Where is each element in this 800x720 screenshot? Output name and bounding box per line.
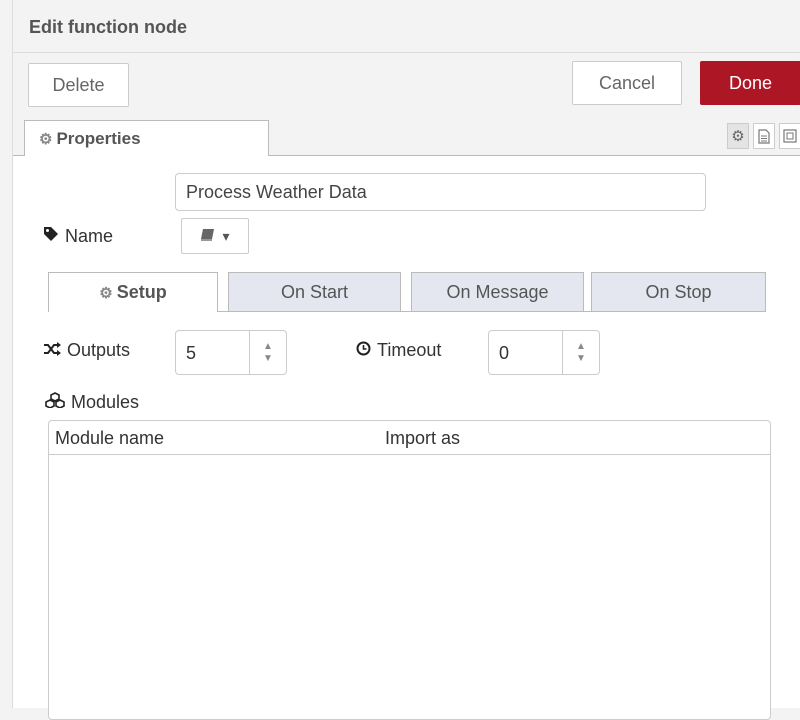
- shuffle-icon: [43, 340, 61, 361]
- outputs-stepper[interactable]: 5 ▲ ▼: [175, 330, 287, 375]
- tab-setup-label: Setup: [116, 282, 167, 302]
- chevron-up-icon[interactable]: ▲: [263, 341, 273, 353]
- cancel-button[interactable]: Cancel: [572, 61, 682, 105]
- sidebar-tab-icons: ⚙: [727, 123, 800, 149]
- properties-tab-bar: ⚙ Properties ⚙: [13, 115, 800, 156]
- column-module-name: Module name: [55, 428, 165, 448]
- dialog-title: Edit function node: [29, 17, 187, 37]
- timeout-value[interactable]: 0: [499, 343, 509, 364]
- modules-table[interactable]: Module name Import as: [48, 420, 771, 720]
- dialog-toolbar: Delete Cancel Done: [13, 53, 800, 115]
- gear-icon: ⚙: [39, 130, 53, 148]
- outputs-label-text: Outputs: [67, 340, 131, 360]
- done-button[interactable]: Done: [700, 61, 800, 105]
- outputs-label: Outputs: [43, 340, 130, 361]
- clock-icon: [356, 340, 371, 361]
- timeout-stepper[interactable]: 0 ▲ ▼: [488, 330, 600, 375]
- edit-dialog: Edit function node Delete Cancel Done ⚙ …: [12, 0, 800, 720]
- modules-label: Modules: [45, 392, 139, 413]
- column-import-as: Import as: [385, 428, 461, 448]
- timeout-label: Timeout: [356, 340, 441, 361]
- name-label: Name: [43, 226, 113, 247]
- chevron-down-icon: ▾: [222, 227, 230, 244]
- node-icon-picker[interactable]: ▾: [181, 218, 249, 254]
- timeout-stepper-arrows[interactable]: ▲ ▼: [562, 331, 599, 374]
- properties-content: Name ▾ ⚙ Setup On Start On Message On St…: [13, 156, 800, 720]
- tab-properties[interactable]: ⚙ Properties: [24, 120, 269, 156]
- layout-icon[interactable]: [779, 123, 800, 149]
- name-input[interactable]: [175, 173, 706, 211]
- name-label-text: Name: [65, 226, 114, 246]
- subtab-divider: [218, 311, 766, 312]
- outputs-value[interactable]: 5: [186, 343, 196, 364]
- chevron-down-icon[interactable]: ▼: [263, 353, 273, 365]
- gear-icon[interactable]: ⚙: [727, 123, 749, 149]
- tag-icon: [43, 226, 59, 247]
- dialog-title-bar: Edit function node: [13, 0, 800, 53]
- chevron-up-icon[interactable]: ▲: [576, 341, 586, 353]
- tab-on-stop[interactable]: On Stop: [591, 272, 766, 312]
- book-icon: [200, 228, 216, 245]
- outputs-stepper-arrows[interactable]: ▲ ▼: [249, 331, 286, 374]
- modules-table-header: Module name Import as: [49, 421, 770, 455]
- document-icon[interactable]: [753, 123, 775, 149]
- tab-on-start[interactable]: On Start: [228, 272, 401, 312]
- tab-properties-label: Properties: [56, 128, 141, 148]
- gear-icon: ⚙: [99, 284, 113, 302]
- cubes-icon: [45, 392, 65, 413]
- tab-on-message[interactable]: On Message: [411, 272, 584, 312]
- function-subtabs: ⚙ Setup On Start On Message On Stop: [13, 272, 800, 312]
- modules-label-text: Modules: [71, 392, 140, 412]
- delete-button[interactable]: Delete: [28, 63, 129, 107]
- chevron-down-icon[interactable]: ▼: [576, 353, 586, 365]
- tab-setup[interactable]: ⚙ Setup: [48, 272, 218, 312]
- timeout-label-text: Timeout: [377, 340, 442, 360]
